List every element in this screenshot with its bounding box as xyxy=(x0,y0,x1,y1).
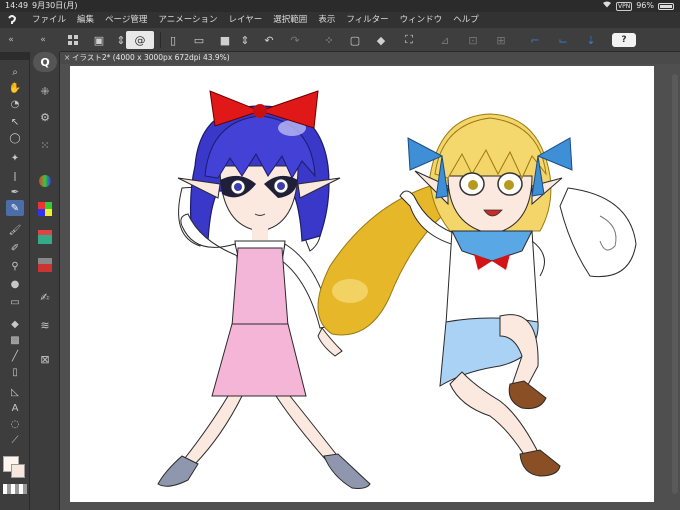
menu-item[interactable]: アニメーション xyxy=(158,12,217,28)
eraser-icon[interactable]: ▭ xyxy=(6,294,24,310)
menu-item[interactable]: 編集 xyxy=(77,12,94,28)
save-stepper-icon[interactable]: ⇕ xyxy=(236,31,254,49)
ruler-toggle-icon[interactable]: ⊿ xyxy=(436,31,454,49)
rotate-icon[interactable]: ◔ xyxy=(6,96,24,112)
brush-icon[interactable]: 🖌 xyxy=(6,222,24,238)
menu-item[interactable]: 表示 xyxy=(318,12,335,28)
pen-icon[interactable]: ✒ xyxy=(6,184,24,200)
color-swatch[interactable] xyxy=(3,456,27,480)
ruler-icon[interactable]: ◺ xyxy=(6,384,24,400)
blend-icon[interactable]: ⚲ xyxy=(6,258,24,274)
balloon-icon[interactable]: ◌ xyxy=(6,416,24,432)
separator xyxy=(160,32,161,48)
navigator-icon[interactable]: ⊠ xyxy=(35,350,55,368)
date: 9月30日(月) xyxy=(32,1,78,10)
fill-icon[interactable]: ◆ xyxy=(6,316,24,332)
hand-icon[interactable]: ✋ xyxy=(6,80,24,96)
background-color[interactable] xyxy=(11,464,25,478)
subtool-gear-icon[interactable]: ⚙ xyxy=(35,108,55,126)
deselect-icon[interactable]: ⁘ xyxy=(320,31,338,49)
app-logo-icon[interactable] xyxy=(6,14,20,26)
subtool-move-icon[interactable]: ⁜ xyxy=(35,82,55,100)
spiral-icon[interactable]: @ xyxy=(126,31,154,49)
color-set-icon[interactable] xyxy=(35,200,55,218)
layer-stack-icon[interactable]: ≋ xyxy=(35,316,55,334)
vpn-badge: VPN xyxy=(616,1,633,11)
transparent-color[interactable] xyxy=(3,484,27,494)
gradient-icon[interactable]: ▩ xyxy=(6,332,24,348)
command-bar: ▣ ⇕ @ ▯ ▭ ■ ⇕ ↶ ↷ ⁘ ▢ ◆ ⛶ ⊿ ⊡ ⊞ ⌐ ⌙ ⇣ ? xyxy=(60,28,680,52)
grid-icon[interactable] xyxy=(64,31,82,49)
snap-icon[interactable]: ⊞ xyxy=(492,31,510,49)
tool-palette: ⌕ ✋ ◔ ↖ ◯ ✦ ǀ ✒ ✎ 🖌 ✐ ⚲ ● ▭ ◆ ▩ ╱ ▯ ◺ A … xyxy=(0,52,30,510)
quick-access-icon[interactable]: Q xyxy=(33,52,57,72)
canvas-area[interactable] xyxy=(60,64,680,510)
help-button[interactable]: ? xyxy=(612,33,636,47)
undo-icon[interactable]: ↶ xyxy=(260,31,278,49)
lasso-icon[interactable]: ◯ xyxy=(6,130,24,146)
menu-item[interactable]: レイヤー xyxy=(229,12,263,28)
drawing-canvas[interactable] xyxy=(70,66,654,502)
illustration xyxy=(157,90,637,489)
clock: 14:49 xyxy=(5,1,29,10)
fill-area-icon[interactable]: ◆ xyxy=(372,31,390,49)
subtool-select-icon[interactable]: ⁙ xyxy=(35,136,55,154)
move-icon[interactable]: ✦ xyxy=(6,150,24,166)
menu-item[interactable]: ページ管理 xyxy=(105,12,147,28)
brush-size-icon[interactable]: ✍ xyxy=(35,288,55,306)
system-status-bar: 14:49 9月30日(月) VPN 96% xyxy=(0,0,680,12)
zoom-icon[interactable]: ⌕ xyxy=(6,64,24,80)
panel-collapse-icon[interactable]: « xyxy=(4,33,18,47)
menu-item[interactable]: 選択範囲 xyxy=(273,12,307,28)
new-file-icon[interactable]: ▯ xyxy=(164,31,182,49)
intermediate-color-icon[interactable] xyxy=(35,256,55,274)
wifi-icon xyxy=(602,0,612,12)
blend-drop-icon[interactable]: ● xyxy=(6,276,24,292)
frame-icon[interactable]: ▯ xyxy=(6,364,24,380)
color-slider-icon[interactable] xyxy=(35,228,55,246)
menu-item[interactable]: フィルター xyxy=(346,12,388,28)
snap-ruler-icon[interactable]: ⌐ xyxy=(526,31,544,49)
open-folder-icon[interactable]: ▭ xyxy=(190,31,208,49)
menu-bar: ファイル 編集 ページ管理 アニメーション レイヤー 選択範囲 表示 フィルター ウィンドウ ヘル… xyxy=(0,12,680,28)
redo-icon[interactable]: ↷ xyxy=(286,31,304,49)
status-icons: VPN 96% xyxy=(602,0,674,12)
tool-palette-header xyxy=(0,52,29,60)
panel-header: « « xyxy=(0,28,60,52)
save-icon[interactable]: ■ xyxy=(216,31,234,49)
battery-percent: 96% xyxy=(636,1,654,10)
document-tab[interactable]: × イラスト2* (4000 x 3000px 672dpi 43.9%) xyxy=(60,52,680,64)
vertical-scrollbar[interactable] xyxy=(672,74,678,494)
transform-icon[interactable]: ⛶ xyxy=(400,31,418,49)
document-title: イラスト2* (4000 x 3000px 672dpi 43.9%) xyxy=(72,53,230,62)
figure-icon[interactable]: ╱ xyxy=(6,348,24,364)
select-icon[interactable]: ↖ xyxy=(6,114,24,130)
snap-grid-icon[interactable]: ⇣ xyxy=(582,31,600,49)
line-icon[interactable]: ⟋ xyxy=(6,432,24,448)
airbrush-icon[interactable]: ✐ xyxy=(6,240,24,256)
menu-item[interactable]: ヘルプ xyxy=(453,12,479,28)
menu-item[interactable]: ウィンドウ xyxy=(400,12,443,28)
battery-icon xyxy=(658,2,674,10)
eyedropper-icon[interactable]: ǀ xyxy=(6,168,24,184)
text-icon[interactable]: A xyxy=(6,400,24,416)
snap-special-icon[interactable]: ⌙ xyxy=(554,31,572,49)
panel-collapse-icon-2[interactable]: « xyxy=(36,33,50,47)
sub-tool-palette: Q ⁜ ⚙ ⁙ ✍ ≋ ⊠ xyxy=(30,52,60,510)
color-wheel-icon[interactable] xyxy=(35,172,55,190)
menu-items: ファイル 編集 ページ管理 アニメーション レイヤー 選択範囲 表示 フィルター ウィンドウ ヘル… xyxy=(32,12,479,28)
clear-icon[interactable]: ▢ xyxy=(346,31,364,49)
perspective-icon[interactable]: ⊡ xyxy=(464,31,482,49)
image-icon[interactable]: ▣ xyxy=(90,31,108,49)
menu-item[interactable]: ファイル xyxy=(32,12,66,28)
close-tab-icon[interactable]: × xyxy=(64,52,70,64)
pencil-icon[interactable]: ✎ xyxy=(6,200,24,216)
character-right xyxy=(317,113,637,477)
